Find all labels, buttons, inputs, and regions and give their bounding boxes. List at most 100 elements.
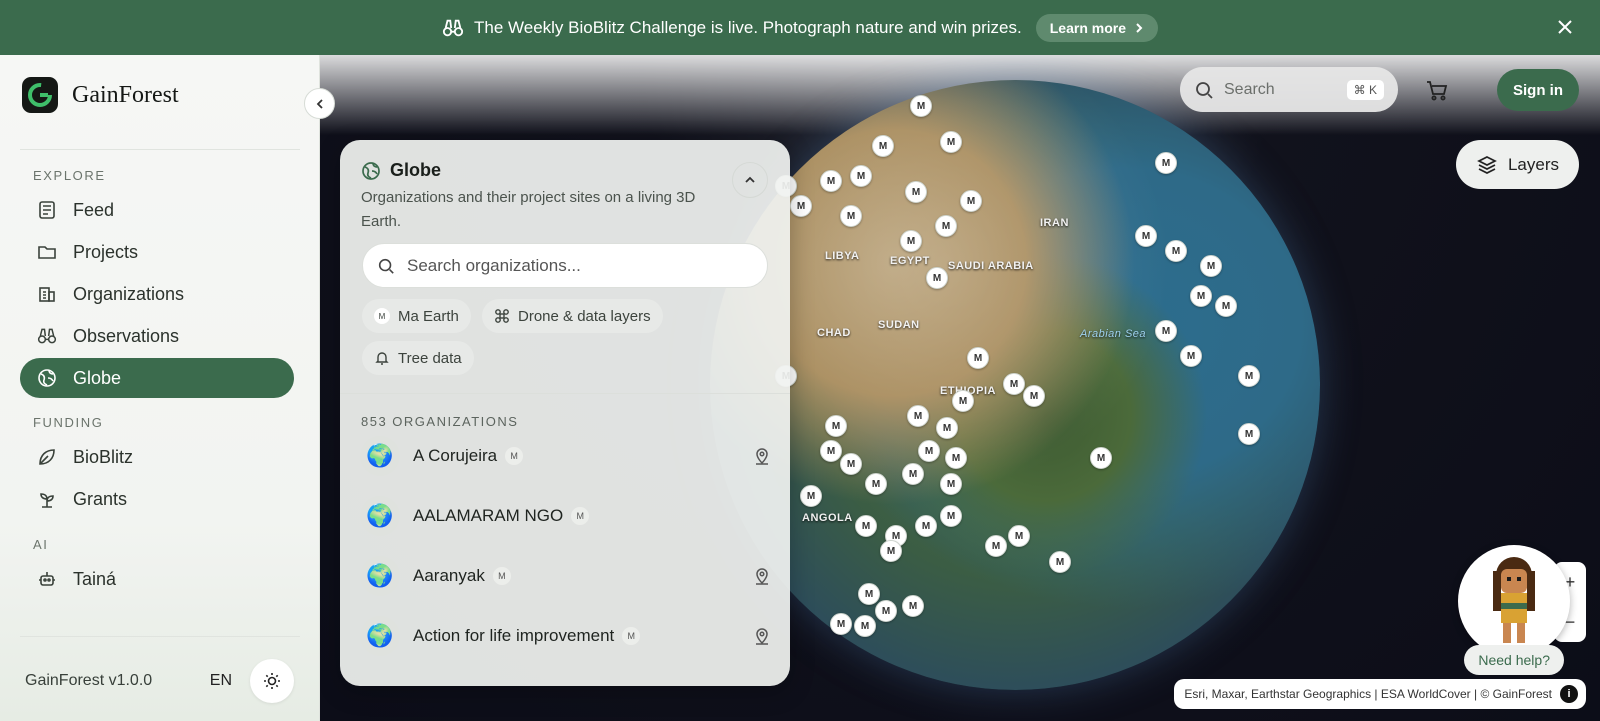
org-marker[interactable]: M	[900, 230, 922, 252]
org-marker[interactable]: M	[880, 540, 902, 562]
org-marker[interactable]: M	[840, 205, 862, 227]
ma-earth-badge-icon: M	[492, 567, 511, 585]
org-marker[interactable]: M	[940, 131, 962, 153]
org-marker[interactable]: M	[1090, 447, 1112, 469]
org-marker[interactable]: M	[855, 515, 877, 537]
org-marker[interactable]: M	[902, 595, 924, 617]
org-marker[interactable]: M	[935, 215, 957, 237]
cart-icon[interactable]	[1423, 76, 1451, 104]
org-marker[interactable]: M	[875, 600, 897, 622]
sidebar-item-observations[interactable]: Observations	[20, 316, 294, 356]
org-marker[interactable]: M	[850, 165, 872, 187]
organization-search-field[interactable]	[362, 243, 768, 288]
sidebar-item-label: Feed	[73, 199, 115, 220]
org-marker[interactable]: M	[825, 415, 847, 437]
org-marker[interactable]: M	[1238, 365, 1260, 387]
org-marker[interactable]: M	[800, 485, 822, 507]
chevron-left-icon	[316, 98, 323, 109]
location-pin-icon[interactable]	[752, 626, 772, 646]
organization-count: 853 ORGANIZATIONS	[361, 414, 519, 429]
need-help-button[interactable]: Need help?	[1464, 645, 1564, 675]
section-explore: EXPLORE	[33, 168, 106, 183]
org-marker[interactable]: M	[1155, 320, 1177, 342]
org-marker[interactable]: M	[915, 515, 937, 537]
location-pin-icon[interactable]	[752, 566, 772, 586]
org-marker[interactable]: M	[926, 267, 948, 289]
org-marker[interactable]: M	[820, 440, 842, 462]
org-marker[interactable]: M	[907, 405, 929, 427]
org-marker[interactable]: M	[910, 95, 932, 117]
filter-chip-drone-data-layers[interactable]: Drone & data layers	[482, 299, 663, 333]
organization-list-item[interactable]: 🌍 Action for life improvement M	[360, 612, 772, 660]
org-marker[interactable]: M	[1023, 385, 1045, 407]
org-marker[interactable]: M	[830, 613, 852, 635]
brand[interactable]: GainForest	[22, 77, 179, 113]
org-marker[interactable]: M	[1135, 225, 1157, 247]
global-search-input[interactable]: Search ⌘ K	[1180, 67, 1398, 112]
org-marker[interactable]: M	[854, 615, 876, 637]
sidebar-item-taina[interactable]: Tainá	[20, 559, 294, 599]
org-marker[interactable]: M	[1003, 373, 1025, 395]
filter-chip-tree-data[interactable]: Tree data	[362, 341, 474, 375]
sun-icon	[264, 673, 280, 689]
org-marker[interactable]: M	[1180, 345, 1202, 367]
org-marker[interactable]: M	[985, 535, 1007, 557]
org-marker[interactable]: M	[940, 505, 962, 527]
collapse-panel-button[interactable]	[732, 162, 768, 198]
sidebar-item-feed[interactable]: Feed	[20, 190, 294, 230]
theme-toggle-button[interactable]	[250, 659, 294, 703]
sidebar-item-globe[interactable]: Globe	[20, 358, 294, 398]
org-marker[interactable]: M	[872, 135, 894, 157]
globe-emoji-icon: 🌍	[360, 436, 400, 476]
org-marker[interactable]: M	[1215, 295, 1237, 317]
sidebar-item-projects[interactable]: Projects	[20, 232, 294, 272]
learn-more-button[interactable]: Learn more	[1035, 13, 1158, 42]
geo-label: CHAD	[817, 327, 851, 339]
org-marker[interactable]: M	[1238, 423, 1260, 445]
org-marker[interactable]: M	[1165, 240, 1187, 262]
organization-name: A Corujeira	[413, 446, 498, 465]
org-marker[interactable]: M	[936, 417, 958, 439]
org-marker[interactable]: M	[1155, 152, 1177, 174]
org-marker[interactable]: M	[1190, 285, 1212, 307]
panel-description: Organizations and their project sites on…	[361, 189, 696, 230]
sidebar-item-grants[interactable]: Grants	[20, 479, 294, 519]
layers-button[interactable]: Layers	[1455, 140, 1579, 189]
filter-chip-ma-earth[interactable]: M Ma Earth	[362, 299, 471, 333]
org-marker[interactable]: M	[905, 181, 927, 203]
org-marker[interactable]: M	[960, 190, 982, 212]
org-marker[interactable]: M	[858, 583, 880, 605]
location-pin-icon[interactable]	[752, 446, 772, 466]
leaf-icon	[37, 447, 57, 467]
org-marker[interactable]: M	[820, 170, 842, 192]
org-marker[interactable]: M	[1200, 255, 1222, 277]
close-banner-icon[interactable]	[1554, 16, 1576, 38]
org-marker[interactable]: M	[1008, 525, 1030, 547]
ma-earth-badge-icon: M	[571, 507, 590, 525]
organization-search-input[interactable]	[407, 255, 753, 276]
bell-icon	[375, 352, 389, 365]
organization-list-item[interactable]: 🌍 Aaranyak M	[360, 552, 772, 600]
sidebar-item-bioblitz[interactable]: BioBlitz	[20, 437, 294, 477]
org-marker[interactable]: M	[967, 347, 989, 369]
info-icon[interactable]: i	[1560, 685, 1578, 703]
org-marker[interactable]: M	[952, 390, 974, 412]
collapse-sidebar-button[interactable]	[304, 88, 335, 119]
org-marker[interactable]: M	[940, 473, 962, 495]
organization-list-item[interactable]: 🌍 AALAMARAM NGO M	[360, 492, 772, 540]
org-marker[interactable]: M	[945, 447, 967, 469]
org-marker[interactable]: M	[918, 440, 940, 462]
org-marker[interactable]: M	[840, 453, 862, 475]
brand-name: GainForest	[72, 81, 179, 108]
language-selector[interactable]: EN	[210, 672, 232, 690]
org-marker[interactable]: M	[865, 473, 887, 495]
org-marker[interactable]: M	[902, 463, 924, 485]
organization-list-item[interactable]: 🌍 A Corujeira M	[360, 432, 772, 480]
org-marker[interactable]: M	[1049, 551, 1071, 573]
help-assistant-avatar[interactable]	[1458, 545, 1570, 657]
sign-in-button[interactable]: Sign in	[1497, 69, 1579, 111]
organization-name: AALAMARAM NGO	[413, 506, 564, 525]
org-marker[interactable]: M	[790, 195, 812, 217]
globe-map[interactable]: LIBYA EGYPT SAUDI ARABIA CHAD SUDAN ETHI…	[320, 55, 1600, 721]
sidebar-item-organizations[interactable]: Organizations	[20, 274, 294, 314]
